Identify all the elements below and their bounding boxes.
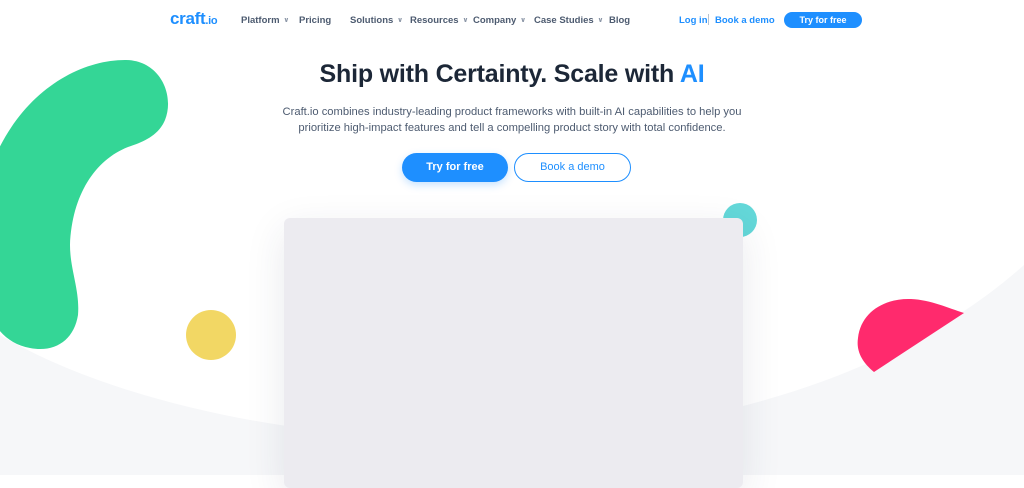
- nav-item-platform[interactable]: Platform ∨: [241, 15, 289, 26]
- nav-item-company[interactable]: Company ∨: [473, 15, 526, 26]
- nav-item-pricing[interactable]: Pricing: [299, 15, 331, 26]
- nav-label: Resources: [410, 15, 459, 26]
- chevron-down-icon: ∨: [462, 17, 469, 24]
- chevron-down-icon: ∨: [597, 17, 604, 24]
- nav-label: Pricing: [299, 15, 332, 26]
- nav-label: Blog: [609, 15, 631, 26]
- pink-blob-shape: [857, 298, 964, 372]
- product-preview-frame: [284, 218, 743, 488]
- hero-title-accent: AI: [679, 60, 705, 88]
- nav-label: Platform: [241, 15, 280, 26]
- hero-title-main: Ship with Certainty. Scale with: [319, 60, 680, 88]
- yellow-circle-shape: [186, 310, 236, 360]
- nav-item-case-studies[interactable]: Case Studies ∨: [534, 15, 603, 26]
- chevron-down-icon: ∨: [397, 17, 403, 24]
- nav-item-resources[interactable]: Resources ∨: [410, 15, 468, 26]
- nav-label: Solutions: [350, 15, 394, 26]
- book-demo-link[interactable]: Book a demo: [715, 15, 775, 26]
- nav-item-blog[interactable]: Blog: [609, 15, 630, 26]
- nav-item-solutions[interactable]: Solutions ∨: [350, 15, 403, 26]
- logo-text: craft: [170, 9, 206, 28]
- try-free-button[interactable]: Try for free: [402, 153, 508, 182]
- try-free-button-header[interactable]: Try for free: [784, 12, 862, 28]
- nav-label: Company: [473, 15, 517, 26]
- craft-logo[interactable]: craft.io: [170, 9, 218, 29]
- green-arc-shape: [0, 60, 169, 350]
- top-navbar: craft.io Platform ∨ Pricing Solutions ∨ Re…: [0, 0, 1024, 40]
- login-link[interactable]: Log in: [679, 15, 708, 26]
- nav-label: Case Studies: [534, 15, 594, 26]
- header-divider: [708, 14, 709, 25]
- hero-title: Ship with Certainty. Scale with AI: [0, 60, 1024, 89]
- chevron-down-icon: ∨: [520, 17, 526, 24]
- chevron-down-icon: ∨: [283, 17, 290, 24]
- hero-subtitle: Craft.io combines industry-leading produ…: [282, 106, 742, 134]
- logo-suffix: .io: [205, 15, 218, 27]
- book-demo-button[interactable]: Book a demo: [514, 153, 631, 182]
